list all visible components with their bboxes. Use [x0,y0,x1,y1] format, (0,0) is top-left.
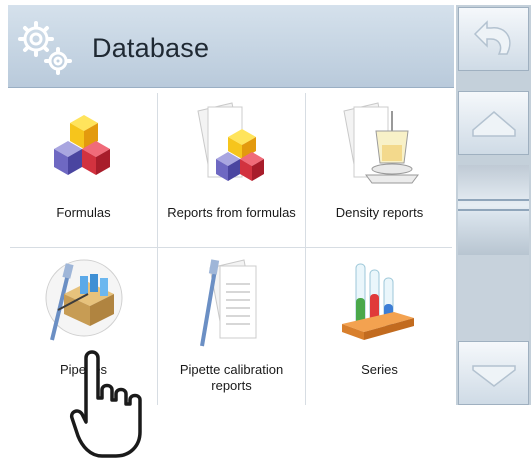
tile-label: Formulas [56,205,111,220]
scroll-thumb[interactable] [458,165,529,255]
tile-label: Density reports [335,205,424,220]
home-button[interactable] [458,91,529,155]
home-icon [472,111,516,137]
pipette-report-icon [200,259,257,347]
test-tubes-icon [342,263,414,340]
tile-label: Pipette calibration reports [179,362,284,393]
side-navigation-panel [456,5,531,405]
tile-series[interactable]: Series [306,250,453,406]
scroll-down-button[interactable] [458,341,529,405]
arrow-down-icon [472,365,516,387]
density-report-icon [343,102,419,184]
hand-pointer-icon [69,350,142,458]
tile-pipette-calibration-reports[interactable]: Pipette calibration reports [158,250,305,406]
title-bar: Database [8,5,454,88]
formula-report-icon [197,102,264,181]
page-title: Database [92,33,210,63]
tile-formulas[interactable]: Formulas [10,93,157,249]
tile-label: Series [361,362,398,377]
tile-reports-from-formulas[interactable]: Reports from formulas [158,93,305,249]
gears-icon [18,21,72,75]
tile-density-reports[interactable]: Density reports [306,93,453,249]
pipettes-box-icon [45,259,123,341]
tile-label: Reports from formulas [167,205,296,220]
back-button[interactable] [458,7,529,71]
undo-icon [473,20,511,55]
formulas-cubes-icon [54,115,110,175]
